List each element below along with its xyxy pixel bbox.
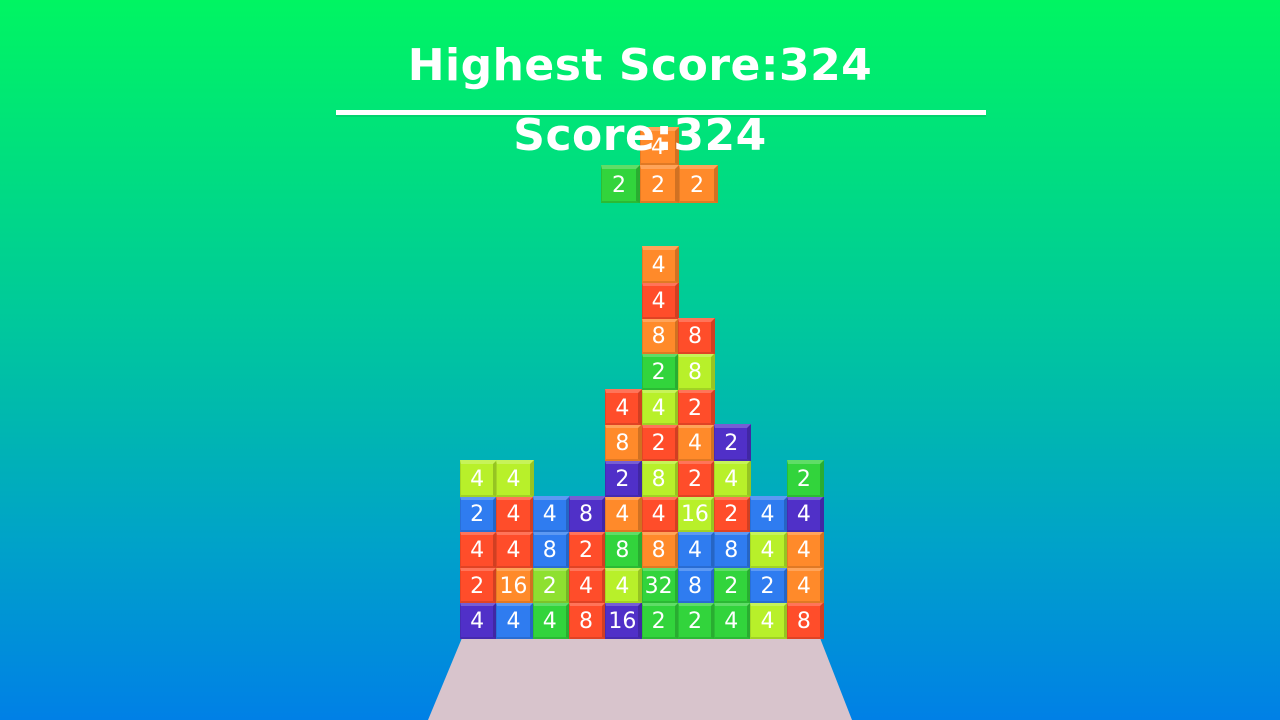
falling-piece: 4222 <box>0 0 1280 720</box>
falling-block: 4 <box>640 127 679 165</box>
falling-block: 2 <box>640 165 679 203</box>
falling-block: 2 <box>679 165 718 203</box>
falling-block: 2 <box>601 165 640 203</box>
